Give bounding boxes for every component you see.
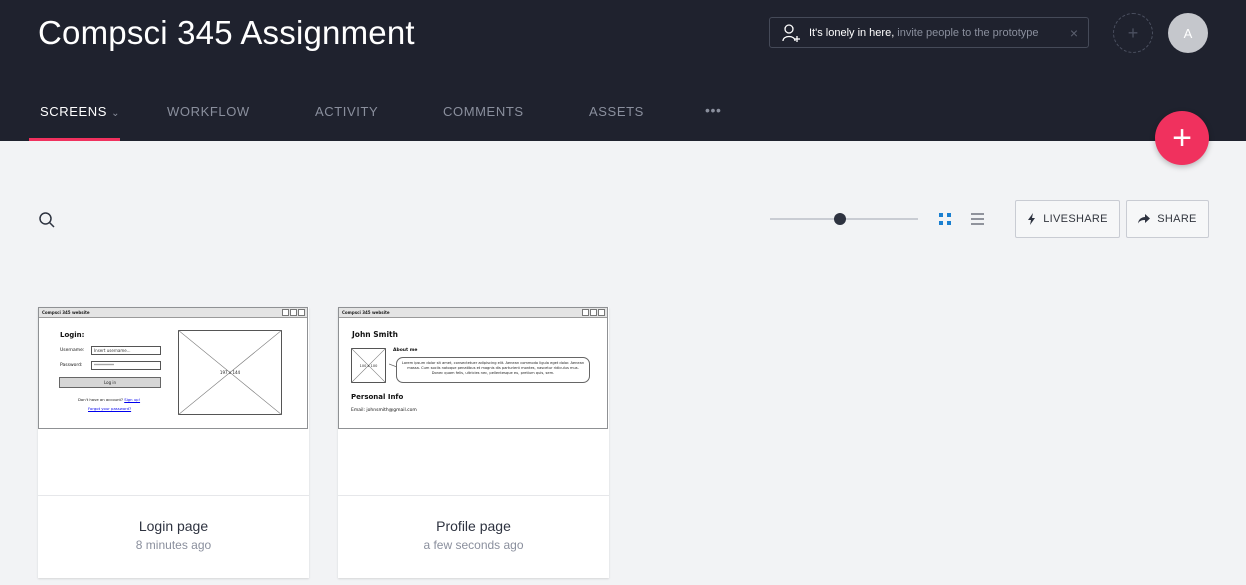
wireframe-window-title: Compsci 345 website	[42, 310, 90, 315]
invite-lonely-text: It's lonely in here,	[809, 26, 895, 39]
wireframe-about-text: Lorem ipsum dolor sit amet, consectetuer…	[396, 357, 590, 383]
window-controls	[282, 309, 305, 316]
screen-thumbnail[interactable]: Compsci 345 website Login: Username: Ins…	[38, 307, 309, 496]
tab-screens-label: SCREENS	[40, 104, 108, 119]
list-view-icon[interactable]	[970, 212, 985, 226]
share-button[interactable]: SHARE	[1126, 200, 1209, 238]
wireframe-titlebar: Compsci 345 website	[39, 308, 307, 318]
wireframe-heading: Login:	[60, 331, 85, 339]
tab-workflow[interactable]: WORKFLOW	[167, 104, 250, 119]
wireframe-forgot-link: Forgot your password?	[88, 406, 132, 411]
wireframe-login-button: Log in	[59, 377, 161, 388]
invite-link[interactable]: invite people to the prototype	[897, 27, 1038, 39]
liveshare-label: LIVESHARE	[1043, 213, 1108, 225]
screen-timestamp: a few seconds ago	[423, 538, 524, 552]
add-screen-button[interactable]: +	[1155, 111, 1209, 165]
wireframe-personal-info-heading: Personal Info	[351, 393, 404, 401]
image-placeholder-label: 197 x 144	[220, 370, 241, 375]
wireframe-username-field: Insert username...	[91, 346, 161, 355]
tab-screens[interactable]: SCREENS ⌄	[40, 104, 120, 119]
profile-wireframe: Compsci 345 website John Smith About me …	[338, 307, 608, 429]
add-user-icon	[782, 23, 800, 42]
window-controls	[582, 309, 605, 316]
chevron-down-icon: ⌄	[111, 108, 121, 119]
app-header: Compsci 345 Assignment It's lonely in he…	[0, 0, 1246, 141]
grid-view-icon[interactable]	[938, 212, 952, 226]
zoom-slider-handle[interactable]	[833, 213, 846, 225]
screen-name[interactable]: Profile page	[338, 518, 609, 534]
wireframe-password-label: Password:	[60, 363, 83, 368]
screen-thumbnail[interactable]: Compsci 345 website John Smith About me …	[338, 307, 609, 496]
search-icon[interactable]	[38, 211, 56, 229]
wireframe-username-label: Username:	[60, 348, 85, 353]
liveshare-button[interactable]: LIVESHARE	[1015, 200, 1120, 238]
zoom-slider[interactable]	[770, 213, 918, 225]
active-tab-indicator	[29, 138, 120, 141]
wireframe-window-title: Compsci 345 website	[342, 310, 390, 315]
avatar[interactable]: A	[1168, 13, 1208, 53]
lightning-icon	[1028, 213, 1036, 225]
wireframe-no-account: Don't have an account? Sign up!	[78, 397, 141, 402]
wireframe-about-label: About me	[393, 348, 418, 353]
share-label: SHARE	[1157, 213, 1197, 225]
screen-timestamp: 8 minutes ago	[135, 538, 212, 552]
more-options-icon[interactable]: •••	[705, 102, 722, 118]
screen-card-profile[interactable]: Compsci 345 website John Smith About me …	[338, 307, 609, 578]
wireframe-titlebar: Compsci 345 website	[339, 308, 607, 318]
add-collaborator-button[interactable]: +	[1113, 13, 1153, 53]
tab-assets[interactable]: ASSETS	[589, 104, 644, 119]
profile-image-label: 100 x 100	[360, 364, 378, 368]
login-wireframe: Compsci 345 website Login: Username: Ins…	[38, 307, 308, 429]
profile-image-placeholder-icon: 100 x 100	[351, 348, 386, 383]
tab-activity[interactable]: ACTIVITY	[315, 104, 378, 119]
wireframe-name-heading: John Smith	[352, 330, 398, 339]
image-placeholder-icon: 197 x 144	[178, 330, 282, 415]
wireframe-email: Email: johnsmith@gmail.com	[351, 408, 417, 413]
close-icon[interactable]: ×	[1070, 24, 1078, 42]
share-arrow-icon	[1138, 214, 1151, 224]
screen-name[interactable]: Login page	[38, 518, 309, 534]
wireframe-password-field: **********	[91, 361, 161, 370]
invite-banner[interactable]: It's lonely in here, invite people to th…	[769, 17, 1089, 48]
project-title: Compsci 345 Assignment	[38, 14, 415, 51]
tab-comments[interactable]: COMMENTS	[443, 104, 524, 119]
screen-card-login[interactable]: Compsci 345 website Login: Username: Ins…	[38, 307, 309, 578]
